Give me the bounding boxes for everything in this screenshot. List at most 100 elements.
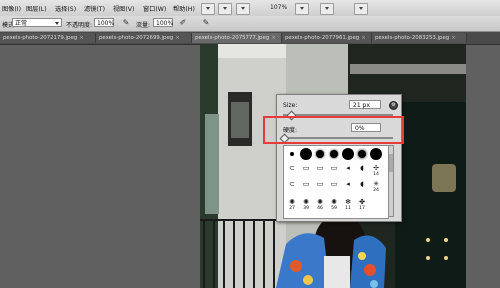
brush-tip-icon: ▭ — [316, 164, 324, 172]
brush-tip-icon: ✢ — [373, 164, 379, 172]
menu-view[interactable]: 视图(V) — [113, 4, 134, 13]
brush-tip-icon: ◖ — [360, 164, 364, 172]
opacity-input[interactable]: 100% — [94, 18, 114, 27]
close-icon[interactable]: × — [175, 35, 180, 41]
brush-preset[interactable]: ✳ 24 — [369, 179, 383, 193]
bridge-button[interactable] — [201, 3, 215, 15]
tab-label: pexels-photo-2077961.jpeg — [285, 35, 360, 41]
brush-preset[interactable]: ▭ — [299, 163, 313, 177]
brush-preset[interactable] — [369, 147, 383, 161]
screen-mode-button[interactable] — [354, 3, 368, 15]
tab-label: pexels-photo-2072179.jpeg — [3, 35, 78, 41]
size-slider[interactable] — [283, 114, 393, 116]
size-input[interactable]: 21 px — [349, 100, 381, 109]
brush-preset[interactable]: ✺ 59 — [327, 197, 341, 211]
brush-tip-icon: ▭ — [302, 164, 310, 172]
options-bar: 模式: 正常 不透明度: 100% ✎ 流量: 100% ✐ ✎ — [0, 16, 500, 32]
brush-preset[interactable]: ▭ — [327, 179, 341, 193]
size-label: Size: — [283, 102, 298, 109]
brush-tip-icon: ▭ — [330, 164, 338, 172]
brush-preset[interactable]: ✻ 11 — [341, 197, 355, 211]
hardness-value: 0% — [355, 125, 365, 132]
opacity-label: 不透明度: — [66, 22, 93, 29]
arrange-documents-button[interactable] — [320, 3, 334, 15]
brush-preset[interactable]: ▭ — [313, 163, 327, 177]
menu-image[interactable]: 图像(I) — [2, 4, 21, 13]
brush-preset[interactable] — [285, 147, 299, 161]
tab-label: pexels-photo-2083253.jpeg — [375, 35, 450, 41]
opacity-value: 100% — [97, 20, 115, 27]
brush-preset[interactable]: ✢ 14 — [369, 163, 383, 177]
brush-preset[interactable]: ▭ — [313, 179, 327, 193]
brush-size-number: 24 — [373, 188, 379, 193]
tab-document-4[interactable]: pexels-photo-2077961.jpeg × — [282, 33, 372, 43]
size-slider-thumb[interactable] — [286, 110, 297, 121]
menu-layer[interactable]: 图层(L) — [26, 4, 47, 13]
brush-preset[interactable]: ✺ 46 — [313, 197, 327, 211]
brush-preset[interactable] — [313, 147, 327, 161]
flow-label: 流量: — [136, 22, 151, 29]
tablet-opacity-icon[interactable]: ✎ — [121, 18, 131, 28]
close-icon[interactable]: × — [451, 35, 456, 41]
hardness-label: 硬度: — [283, 127, 298, 134]
tab-document-3[interactable]: pexels-photo-2075777.jpeg × — [192, 33, 282, 43]
hand-tool-button[interactable] — [295, 3, 309, 15]
brush-preset[interactable] — [355, 147, 369, 161]
menu-select[interactable]: 选择(S) — [55, 4, 76, 13]
brush-preset[interactable] — [327, 147, 341, 161]
brush-tip-icon: ✤ — [359, 198, 365, 206]
brush-size-number: 14 — [373, 172, 379, 177]
hardness-input[interactable]: 0% — [351, 123, 381, 132]
brush-preset[interactable]: ◂ — [341, 179, 355, 193]
brush-tip-icon: ✺ — [331, 198, 337, 206]
menu-window[interactable]: 窗口(W) — [143, 4, 166, 13]
scrollbar-thumb[interactable] — [389, 154, 393, 172]
brush-tip-icon: ▭ — [302, 180, 310, 188]
brush-preset[interactable]: ⊂ — [285, 179, 299, 193]
brush-tip-icon: ◂ — [346, 164, 350, 172]
brush-preset[interactable]: ✺ 39 — [299, 197, 313, 211]
brush-preset[interactable]: ⊂ — [285, 163, 299, 177]
tab-document-2[interactable]: pexels-photo-2072699.jpeg × — [96, 33, 192, 43]
minibridge-button[interactable] — [218, 3, 232, 15]
brush-preset[interactable] — [341, 147, 355, 161]
menu-help[interactable]: 帮助(H) — [173, 4, 195, 13]
brush-size-number: 46 — [317, 206, 323, 211]
close-icon[interactable]: × — [361, 35, 366, 41]
brush-preset[interactable]: ▭ — [299, 179, 313, 193]
hardness-slider-thumb[interactable] — [279, 133, 290, 144]
close-icon[interactable]: × — [79, 35, 84, 41]
tab-document-1[interactable]: pexels-photo-2072179.jpeg × — [0, 33, 96, 43]
chevron-down-icon — [55, 22, 59, 25]
tab-label: pexels-photo-2072699.jpeg — [99, 35, 174, 41]
tab-label: pexels-photo-2075777.jpeg — [195, 35, 270, 41]
tab-document-5[interactable]: pexels-photo-2083253.jpeg × — [372, 33, 467, 43]
menu-bar: 图像(I) 图层(L) 选择(S) 滤镜(T) 视图(V) 窗口(W) 帮助(H… — [0, 0, 500, 17]
brush-tip-icon: ▭ — [330, 180, 338, 188]
brush-size-number: 39 — [303, 206, 309, 211]
gear-icon[interactable]: ⚙ — [389, 101, 398, 110]
brush-tip-icon: ✺ — [289, 198, 295, 206]
extras-button[interactable] — [236, 3, 250, 15]
brush-preset[interactable] — [299, 147, 313, 161]
brush-preset[interactable]: ▭ — [327, 163, 341, 177]
brush-list-scrollbar[interactable] — [388, 145, 394, 217]
flow-input[interactable]: 100% — [153, 18, 173, 27]
airbrush-icon[interactable]: ✐ — [178, 18, 188, 28]
menu-filter[interactable]: 滤镜(T) — [84, 4, 105, 13]
brush-preset[interactable]: ◖ — [355, 179, 369, 193]
brush-preset[interactable]: ◂ — [341, 163, 355, 177]
zoom-level[interactable]: 107% — [270, 4, 287, 11]
mode-select[interactable]: 正常 — [12, 18, 62, 27]
brush-tip-icon: ✺ — [303, 198, 309, 206]
brush-preset[interactable]: ✺ 27 — [285, 197, 299, 211]
close-icon[interactable]: × — [271, 35, 276, 41]
hardness-slider[interactable] — [283, 137, 393, 139]
brush-preset[interactable]: ✤ 17 — [355, 197, 369, 211]
mode-value: 正常 — [15, 20, 28, 27]
brush-tip-icon: ▭ — [316, 180, 324, 188]
tablet-size-icon[interactable]: ✎ — [201, 18, 211, 28]
brush-size-number: 11 — [345, 206, 351, 211]
brush-tip-icon: ✻ — [345, 198, 351, 206]
brush-preset[interactable]: ◖ — [355, 163, 369, 177]
